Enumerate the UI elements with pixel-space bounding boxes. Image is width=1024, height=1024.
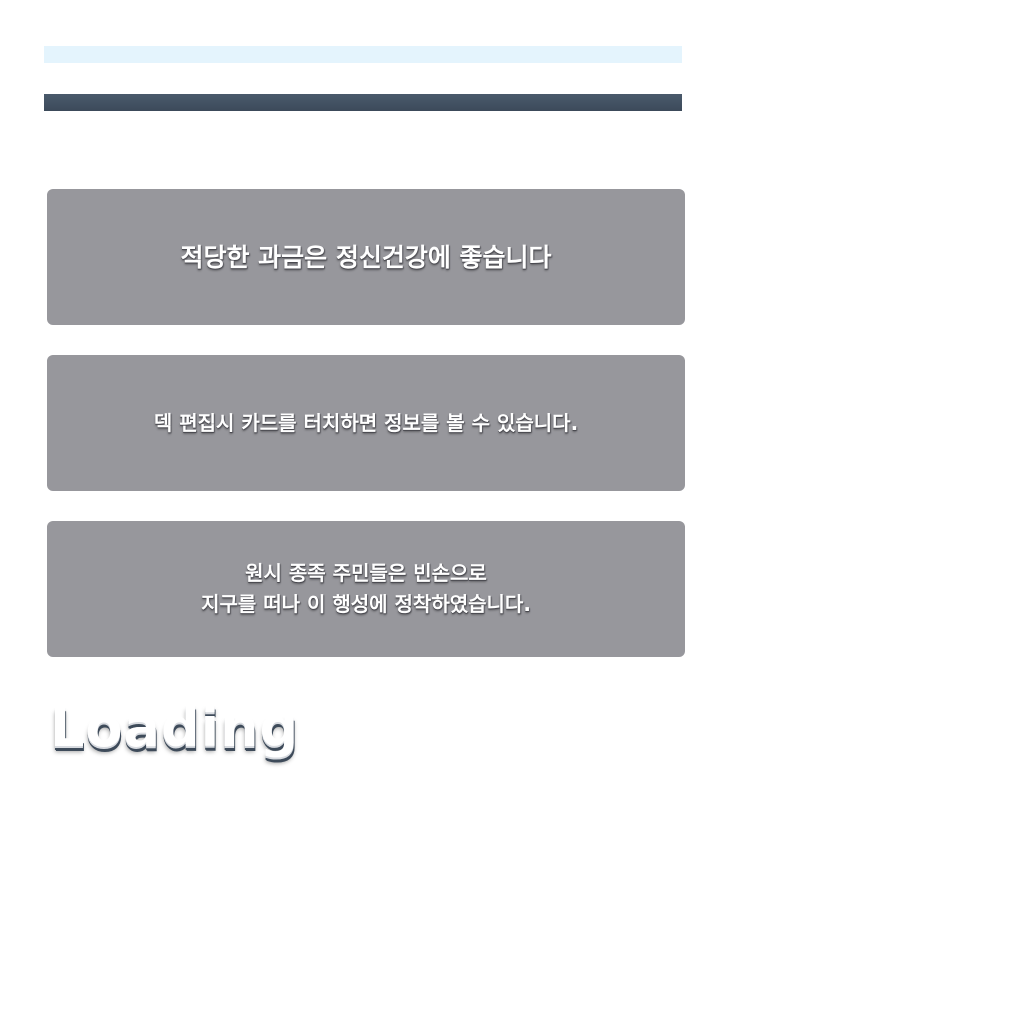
progress-track-top [44,46,682,63]
tip-text: 덱 편집시 카드를 터치하면 정보를 볼 수 있습니다. [153,410,579,435]
tip-card: 덱 편집시 카드를 터치하면 정보를 볼 수 있습니다. [47,355,685,491]
progress-track-dark [44,94,682,111]
tip-card: 원시 종족 주민들은 빈손으로 지구를 떠나 이 행성에 정착하였습니다. [47,521,685,657]
tip-text: 적당한 과금은 정신건강에 좋습니다 [180,242,552,272]
tip-text: 원시 종족 주민들은 빈손으로 지구를 떠나 이 행성에 정착하였습니다. [201,561,531,616]
tip-card: 적당한 과금은 정신건강에 좋습니다 [47,189,685,325]
loading-label: Loading [50,696,300,759]
loading-screen: 적당한 과금은 정신건강에 좋습니다 덱 편집시 카드를 터치하면 정보를 볼 … [0,0,1024,1024]
